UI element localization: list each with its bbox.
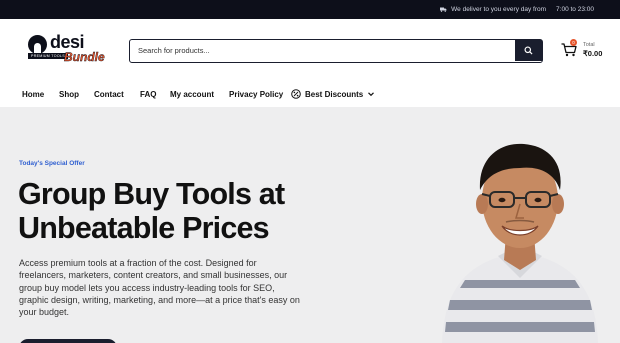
logo-word-bundle: Bundle [64,50,105,64]
nav-shop[interactable]: Shop [59,90,79,99]
nav-best-discounts-label: Best Discounts [305,89,364,99]
hero-title: Group Buy Tools at Unbeatable Prices [18,177,285,245]
truck-icon [440,7,447,12]
percent-badge-icon [291,89,301,99]
nav-best-discounts[interactable]: Best Discounts [291,89,375,99]
delivery-hours: 7:00 to 23:00 [556,6,594,13]
search-input[interactable] [130,40,515,61]
hero-person-image [442,143,598,343]
delivery-text: We deliver to you every day from [451,6,547,13]
search-bar [129,39,543,63]
cart-count-badge: 0 [570,39,577,46]
site-header: desi PREMIUM TOOLS Bundle 0 Total ₹0.00 [0,19,620,83]
main-nav: Home Shop Contact FAQ My account Privacy… [0,83,620,107]
search-button[interactable] [515,40,542,61]
delivery-info: We deliver to you every day from 7:00 to… [440,6,594,13]
search-icon [524,46,533,55]
hero-cta-button[interactable] [19,339,117,343]
nav-contact[interactable]: Contact [94,90,124,99]
nav-my-account[interactable]: My account [170,90,214,99]
nav-home[interactable]: Home [22,90,44,99]
nav-faq[interactable]: FAQ [140,90,156,99]
top-bar: We deliver to you every day from 7:00 to… [0,0,620,19]
cart-total-amount: ₹0.00 [583,49,603,58]
cart-total-label: Total [583,42,595,48]
nav-privacy-policy[interactable]: Privacy Policy [229,90,283,99]
chevron-down-icon [368,92,375,97]
logo-tagline: PREMIUM TOOLS [28,53,68,59]
hero-description: Access premium tools at a fraction of th… [19,258,300,318]
logo-mark [28,35,47,54]
cart-widget[interactable]: 0 Total ₹0.00 [561,39,611,63]
hero-eyebrow: Today's Special Offer [19,160,85,167]
site-logo[interactable]: desi PREMIUM TOOLS Bundle [28,32,105,66]
